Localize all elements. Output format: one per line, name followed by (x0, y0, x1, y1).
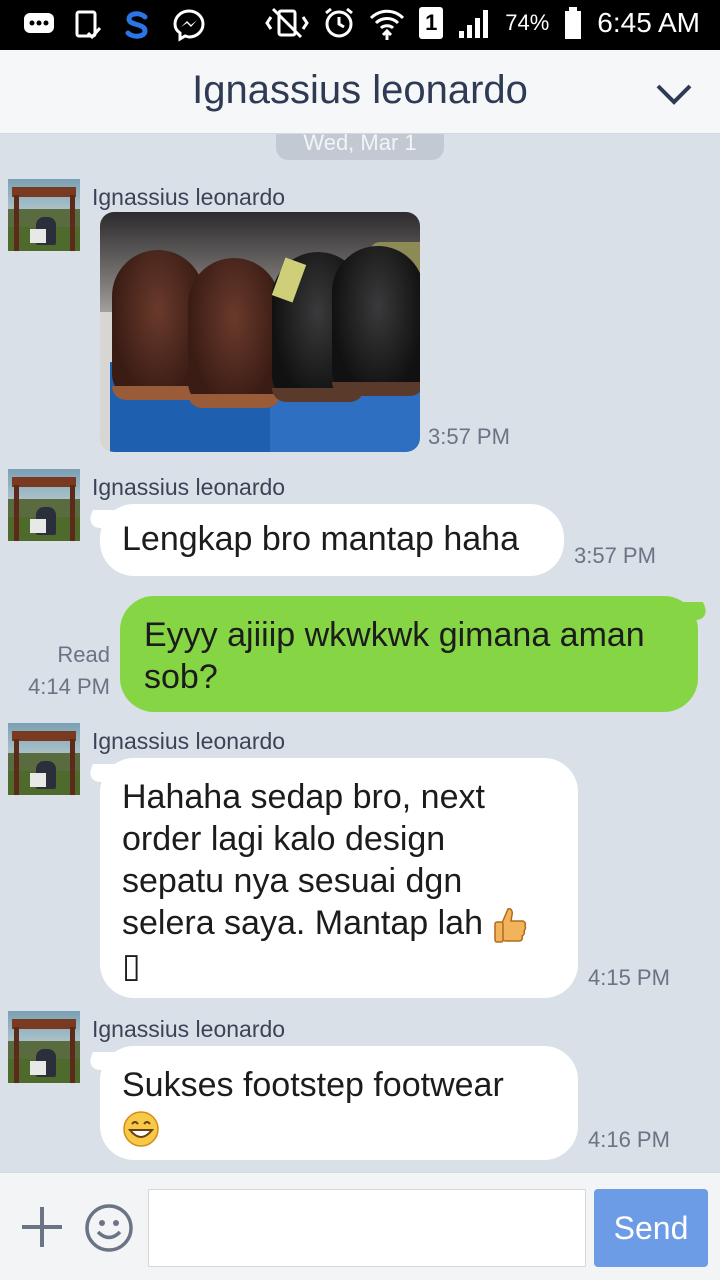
battery-percent: 74% (505, 10, 550, 35)
message-bubble[interactable]: Hahaha sedap bro, next order lagi kalo d… (100, 758, 578, 998)
message-text: sepatu nya sesuai dgn (122, 862, 463, 900)
message-bubble[interactable]: Lengkap bro mantap haha (100, 504, 564, 576)
message-bubble-outgoing[interactable]: Eyyy ajiiip wkwkwk gimana aman sob? (120, 596, 698, 712)
message-text: Hahaha sedap bro, next (122, 778, 485, 816)
message-time: 4:14 PM (28, 674, 110, 699)
sim-icon: 1 (419, 7, 444, 39)
avatar[interactable] (8, 469, 80, 541)
wifi-icon (370, 9, 405, 40)
message-text: Lengkap bro mantap haha (122, 520, 519, 558)
battery-icon (565, 7, 582, 39)
grinning-emoji-icon (123, 1111, 159, 1147)
status-bar: 1 74% 6:45 AM (0, 0, 720, 50)
thumbs-up-emoji-icon (494, 908, 527, 943)
message-time: 4:16 PM (588, 1127, 670, 1152)
messenger-icon (173, 9, 205, 42)
avatar[interactable] (8, 1011, 80, 1083)
chat-header: Ignassius leonardo (0, 50, 720, 134)
chevron-down-icon[interactable] (654, 74, 694, 114)
message-input[interactable] (148, 1189, 586, 1267)
input-bar: Send (0, 1172, 720, 1280)
message-text: Eyyy ajiiip wkwkwk gimana aman (144, 616, 645, 654)
read-receipt: Read 4:14 PM (14, 639, 110, 703)
message-bubble[interactable]: Sukses footstep footwear (100, 1046, 578, 1160)
sender-name: Ignassius leonardo (92, 184, 286, 210)
alarm-icon (325, 7, 354, 38)
sender-name: Ignassius leonardo (92, 1016, 286, 1042)
message-text: sob? (144, 658, 218, 696)
message-time: 4:15 PM (588, 965, 670, 990)
plus-icon[interactable] (18, 1203, 66, 1251)
shoe-photo[interactable] (100, 212, 420, 452)
read-label: Read (57, 642, 110, 667)
message-time: 3:57 PM (428, 424, 510, 449)
message-time: 3:57 PM (574, 543, 656, 568)
clock: 6:45 AM (597, 7, 700, 38)
clipboard-check-icon (75, 10, 102, 40)
chat-title[interactable]: Ignassius leonardo (0, 68, 720, 113)
sender-name: Ignassius leonardo (92, 474, 286, 500)
message-text: order lagi kalo design (122, 820, 446, 858)
avatar[interactable] (8, 179, 80, 251)
send-button[interactable]: Send (594, 1189, 708, 1267)
message-text: selera saya. Mantap lah (122, 904, 483, 942)
date-separator: Wed, Mar 1 (276, 134, 444, 160)
s-app-icon (125, 11, 148, 39)
emoji-icon[interactable] (84, 1203, 134, 1253)
chat-area[interactable]: Wed, Mar 1 Ignassius leonardo 3:57 PM Ig… (0, 134, 720, 1172)
mute-vibrate-icon (265, 7, 310, 39)
message-text: Sukses footstep footwear (122, 1066, 504, 1104)
sender-name: Ignassius leonardo (92, 728, 286, 754)
message-text: ▯ (122, 947, 141, 986)
message-icon (24, 13, 54, 33)
signal-icon (459, 10, 489, 38)
avatar[interactable] (8, 723, 80, 795)
